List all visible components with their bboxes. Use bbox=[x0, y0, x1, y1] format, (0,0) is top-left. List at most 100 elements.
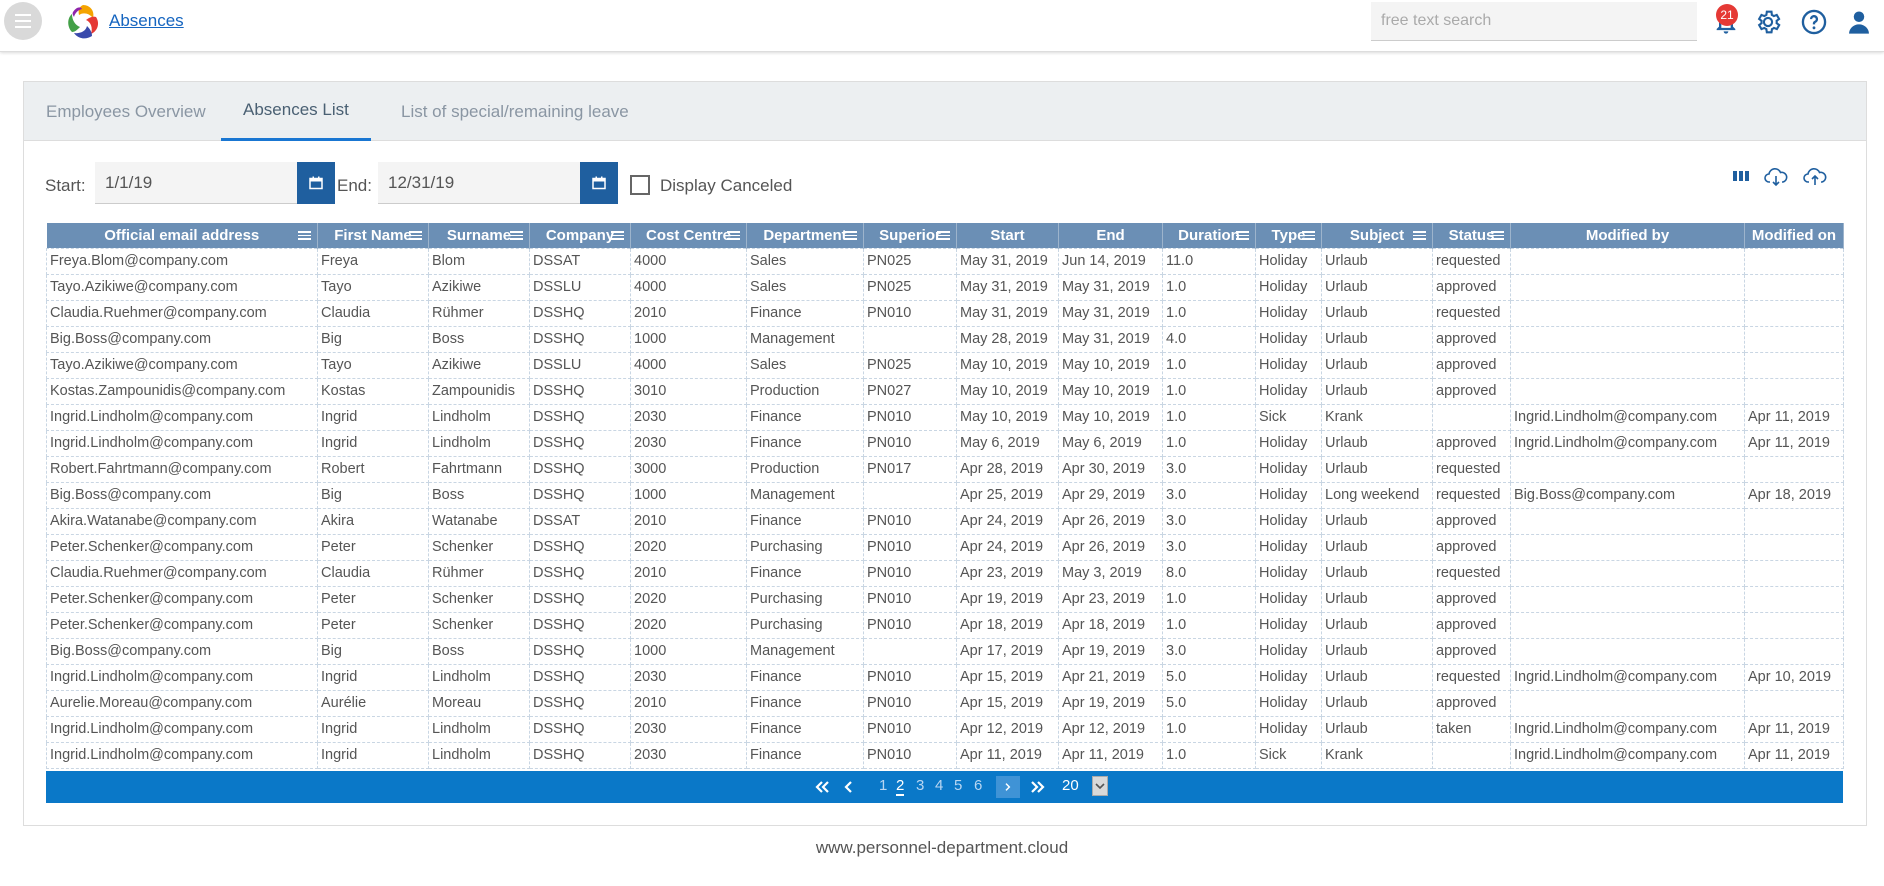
table-row[interactable]: Ingrid.Lindholm@company.com Ingrid Lindhol… bbox=[46, 663, 1844, 691]
start-date-input[interactable] bbox=[95, 162, 297, 204]
column-header[interactable]: Subject bbox=[1321, 223, 1433, 248]
page-2-link-current[interactable]: 2 bbox=[896, 777, 905, 796]
first-page-icon[interactable] bbox=[814, 779, 830, 795]
column-header-label: Superior bbox=[879, 226, 941, 244]
columns-icon[interactable] bbox=[1728, 166, 1754, 188]
start-calendar-button[interactable] bbox=[297, 162, 335, 204]
table-cell bbox=[863, 637, 957, 665]
next-page-icon[interactable] bbox=[996, 776, 1020, 798]
column-header[interactable]: Company bbox=[529, 223, 631, 248]
table-cell: May 31, 2019 bbox=[1058, 325, 1163, 353]
table-cell: PN025 bbox=[863, 273, 957, 301]
column-menu-icon[interactable] bbox=[844, 231, 857, 240]
table-row[interactable]: Aurelie.Moreau@company.com Aurélie Moreau D… bbox=[46, 689, 1844, 717]
table-cell: Krank bbox=[1321, 741, 1433, 769]
gear-icon[interactable] bbox=[1754, 8, 1782, 36]
table-cell: approved bbox=[1432, 637, 1511, 665]
hamburger-menu-button[interactable] bbox=[4, 2, 42, 40]
column-header[interactable]: End bbox=[1058, 223, 1163, 248]
table-row[interactable]: Peter.Schenker@company.com Peter Schenker D… bbox=[46, 611, 1844, 639]
table-cell: Apr 18, 2019 bbox=[1744, 481, 1844, 509]
column-menu-icon[interactable] bbox=[510, 231, 523, 240]
table-row[interactable]: Big.Boss@company.com Big Boss DSSHQ 1000 Mana… bbox=[46, 637, 1844, 665]
column-menu-icon[interactable] bbox=[1491, 231, 1504, 240]
table-cell: Apr 18, 2019 bbox=[956, 611, 1059, 639]
page-1-link[interactable]: 1 bbox=[879, 777, 887, 794]
table-cell: Schenker bbox=[428, 585, 530, 613]
table-cell bbox=[1510, 611, 1745, 639]
table-cell: Holiday bbox=[1255, 481, 1322, 509]
column-menu-icon[interactable] bbox=[727, 231, 740, 240]
column-menu-icon[interactable] bbox=[409, 231, 422, 240]
table-cell bbox=[1510, 637, 1745, 665]
column-menu-icon[interactable] bbox=[611, 231, 624, 240]
column-header[interactable]: Duration bbox=[1162, 223, 1256, 248]
table-cell: Robert bbox=[317, 455, 429, 483]
column-header-label: Surname bbox=[446, 226, 512, 244]
tab-special-remaining-leave[interactable]: List of special/remaining leave bbox=[379, 82, 651, 141]
column-header[interactable]: Surname bbox=[428, 223, 530, 248]
column-header[interactable]: Department bbox=[746, 223, 864, 248]
column-menu-icon[interactable] bbox=[1302, 231, 1315, 240]
table-cell: May 31, 2019 bbox=[956, 247, 1059, 275]
table-row[interactable]: Peter.Schenker@company.com Peter Schenker D… bbox=[46, 585, 1844, 613]
table-row[interactable]: Ingrid.Lindholm@company.com Ingrid Lindhol… bbox=[46, 403, 1844, 431]
page-4-link[interactable]: 4 bbox=[935, 777, 943, 794]
table-row[interactable]: Akira.Watanabe@company.com Akira Watanabe D… bbox=[46, 507, 1844, 535]
table-cell: Urlaub bbox=[1321, 247, 1433, 275]
page-6-link[interactable]: 6 bbox=[974, 777, 982, 794]
table-cell: 3.0 bbox=[1162, 533, 1256, 561]
search-input[interactable] bbox=[1371, 2, 1697, 41]
table-cell: Urlaub bbox=[1321, 559, 1433, 587]
last-page-icon[interactable] bbox=[1030, 779, 1046, 795]
user-icon[interactable] bbox=[1845, 8, 1873, 36]
table-row[interactable]: Freya.Blom@company.com Freya Blom DSSAT 4000… bbox=[46, 247, 1844, 275]
table-cell bbox=[1432, 741, 1511, 769]
table-row[interactable]: Ingrid.Lindholm@company.com Ingrid Lindhol… bbox=[46, 741, 1844, 769]
table-row[interactable]: Ingrid.Lindholm@company.com Ingrid Lindhol… bbox=[46, 715, 1844, 743]
column-header[interactable]: Official email address bbox=[46, 223, 318, 248]
column-header[interactable]: Cost Centre bbox=[630, 223, 747, 248]
cloud-upload-icon[interactable] bbox=[1802, 166, 1828, 188]
table-cell bbox=[1510, 325, 1745, 353]
table-cell: taken bbox=[1432, 715, 1511, 743]
column-header[interactable]: Start bbox=[956, 223, 1059, 248]
cloud-download-icon[interactable] bbox=[1763, 166, 1789, 188]
table-cell: Zampounidis bbox=[428, 377, 530, 405]
table-row[interactable]: Kostas.Zampounidis@company.com Kostas Zamp… bbox=[46, 377, 1844, 405]
previous-page-icon[interactable] bbox=[842, 779, 854, 795]
table-row[interactable]: Big.Boss@company.com Big Boss DSSHQ 1000 Mana… bbox=[46, 481, 1844, 509]
tab-employees-overview[interactable]: Employees Overview bbox=[24, 82, 228, 141]
table-row[interactable]: Ingrid.Lindholm@company.com Ingrid Lindhol… bbox=[46, 429, 1844, 457]
end-calendar-button[interactable] bbox=[580, 162, 618, 204]
page-5-link[interactable]: 5 bbox=[954, 777, 962, 794]
table-row[interactable]: Big.Boss@company.com Big Boss DSSHQ 1000 Mana… bbox=[46, 325, 1844, 353]
column-menu-icon[interactable] bbox=[1413, 231, 1426, 240]
table-cell: Apr 24, 2019 bbox=[956, 507, 1059, 535]
column-header[interactable]: Status bbox=[1432, 223, 1511, 248]
table-row[interactable]: Tayo.Azikiwe@company.com Tayo Azikiwe DSSLU… bbox=[46, 351, 1844, 379]
display-canceled-checkbox[interactable] bbox=[630, 175, 650, 195]
column-menu-icon[interactable] bbox=[1236, 231, 1249, 240]
page-size-value: 20 bbox=[1062, 777, 1079, 794]
page-3-link[interactable]: 3 bbox=[916, 777, 924, 794]
column-header[interactable]: Modified by bbox=[1510, 223, 1745, 248]
column-header[interactable]: First Name bbox=[317, 223, 429, 248]
column-header[interactable]: Type bbox=[1255, 223, 1322, 248]
table-row[interactable]: Claudia.Ruehmer@company.com Claudia Rühmer… bbox=[46, 299, 1844, 327]
table-cell bbox=[1510, 247, 1745, 275]
page-size-dropdown[interactable] bbox=[1092, 776, 1108, 796]
column-menu-icon[interactable] bbox=[298, 231, 311, 240]
table-row[interactable]: Claudia.Ruehmer@company.com Claudia Rühmer… bbox=[46, 559, 1844, 587]
column-header[interactable]: Superior bbox=[863, 223, 957, 248]
help-circle-icon[interactable] bbox=[1800, 8, 1828, 36]
column-header[interactable]: Modified on bbox=[1744, 223, 1844, 248]
table-row[interactable]: Tayo.Azikiwe@company.com Tayo Azikiwe DSSLU… bbox=[46, 273, 1844, 301]
column-menu-icon[interactable] bbox=[937, 231, 950, 240]
table-row[interactable]: Peter.Schenker@company.com Peter Schenker D… bbox=[46, 533, 1844, 561]
end-date-input[interactable] bbox=[378, 162, 580, 204]
table-row[interactable]: Robert.Fahrtmann@company.com Robert Fahrtm… bbox=[46, 455, 1844, 483]
app-title-link[interactable]: Absences bbox=[109, 11, 184, 31]
tab-absences-list[interactable]: Absences List bbox=[221, 82, 371, 141]
table-cell: Finance bbox=[746, 715, 864, 743]
